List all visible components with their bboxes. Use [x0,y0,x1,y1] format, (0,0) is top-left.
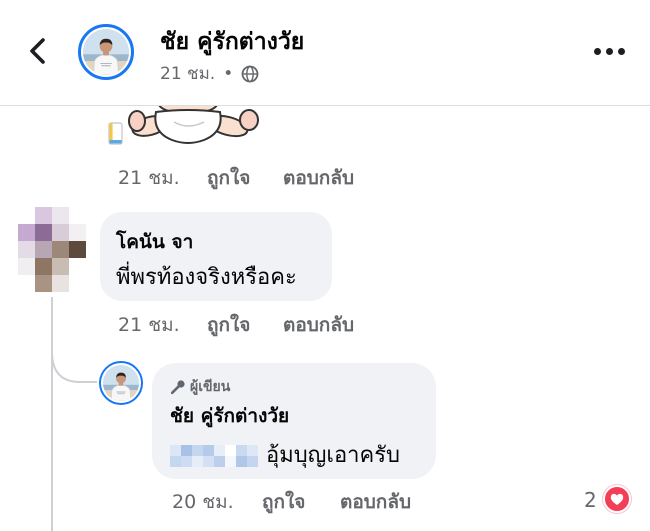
microphone-icon [170,380,185,395]
author-badge: ผู้เขียน [170,377,416,397]
reply-text-row: อุ้มบุญเอาครับ [170,441,416,471]
post-time[interactable]: 21 ชม. [160,62,215,86]
meta-separator: • [223,64,234,84]
redacted-text [170,445,258,467]
comment-time[interactable]: 21 ชม. [118,312,180,338]
post-header: ชัย คู่รักต่างวัย 21 ชม. • [0,0,650,106]
like-button[interactable]: ถูกใจ [262,489,305,515]
commenter-avatar[interactable] [18,207,86,292]
sticker-badge-icon [108,122,123,145]
reply-author-name[interactable]: ชัย คู่รักต่างวัย [170,403,416,429]
love-heart-icon[interactable] [603,485,631,513]
like-button[interactable]: ถูกใจ [207,312,250,338]
avatar-photo [103,365,139,401]
comment-time[interactable]: 21 ชม. [118,165,180,191]
reply-author-avatar[interactable] [99,361,143,405]
reaction-count[interactable]: 2 [584,486,597,514]
more-dots-icon [618,48,625,55]
more-dots-icon [606,48,613,55]
chevron-left-icon [30,38,45,64]
reply-button[interactable]: ตอบกลับ [283,312,354,338]
comment-thread-page: ชัย คู่รักต่างวัย 21 ชม. • 21 ชม. ถูกใจ … [0,0,650,531]
globe-icon [241,65,259,83]
reply-button[interactable]: ตอบกลับ [283,165,354,191]
author-name[interactable]: ชัย คู่รักต่างวัย [160,27,304,57]
more-dots-icon [594,48,601,55]
post-meta: 21 ชม. • [160,62,259,86]
heart-glyph [610,493,624,505]
reply-button[interactable]: ตอบกลับ [340,489,411,515]
reply-text: อุ้มบุญเอาครับ [266,443,401,468]
comment-bubble: โคนัน จา พี่พรท้องจริงหรือคะ [100,212,332,301]
more-options-button[interactable] [594,48,625,55]
author-avatar[interactable] [78,24,134,80]
comment-text: พี่พรท้องจริงหรือคะ [116,265,297,290]
avatar-photo [83,29,129,75]
reply-bubble: ผู้เขียน ชัย คู่รักต่างวัย อุ้มบุญเอาครั… [152,363,436,479]
like-button[interactable]: ถูกใจ [207,165,250,191]
author-badge-label: ผู้เขียน [190,379,231,395]
commenter-name[interactable]: โคนัน จา [116,229,314,255]
reply-time[interactable]: 20 ชม. [172,489,234,515]
back-button[interactable] [26,36,50,66]
